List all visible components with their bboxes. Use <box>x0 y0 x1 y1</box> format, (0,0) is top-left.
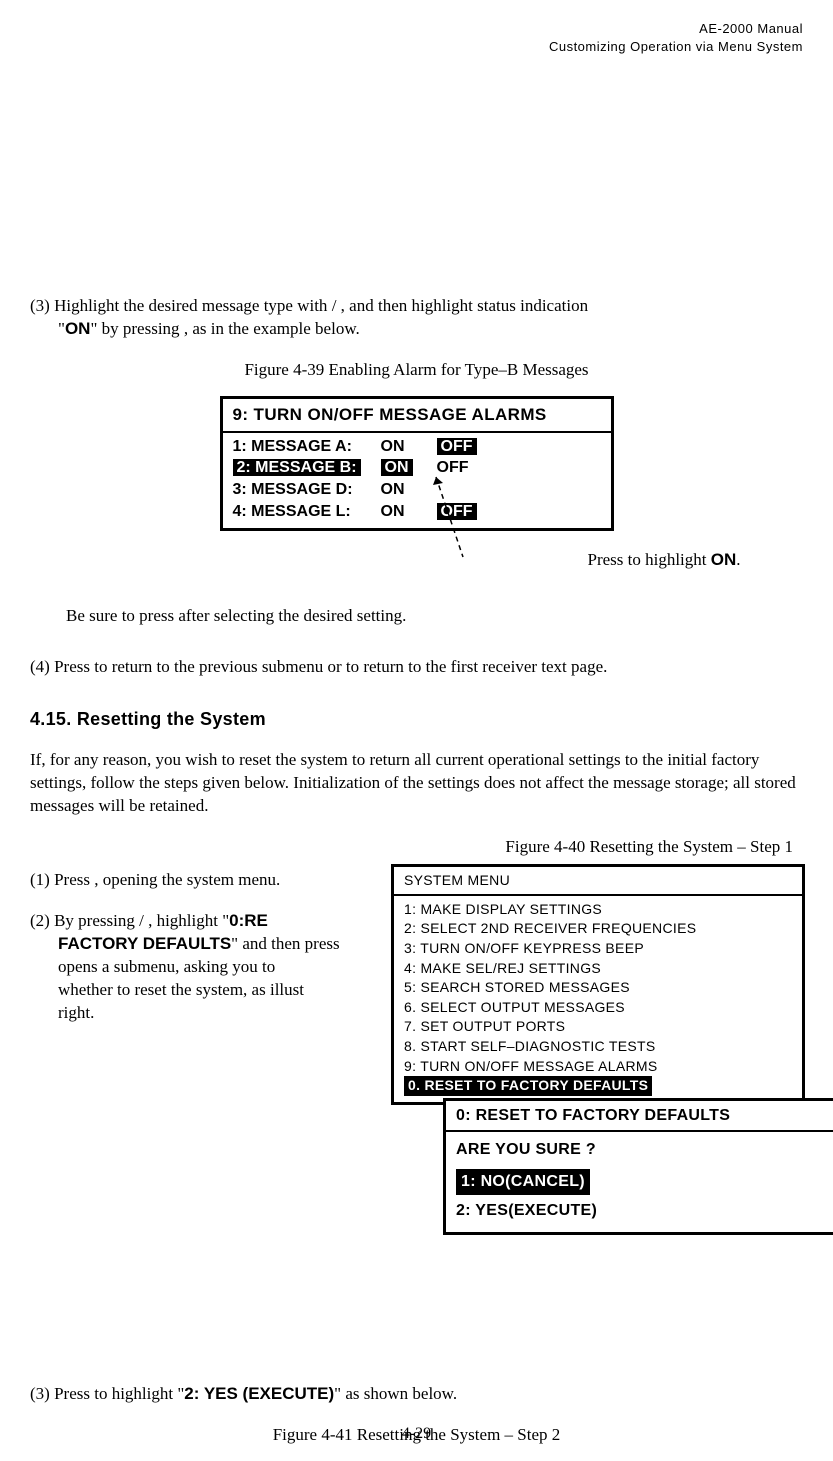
step4-line: (4) Press to return to the previous subm… <box>30 656 803 679</box>
reset-paragraph: If, for any reason, you wish to reset th… <box>30 749 803 818</box>
system-menu-item-highlighted: 0. RESET TO FACTORY DEFAULTS <box>404 1076 652 1096</box>
system-menu-item: 1: MAKE DISPLAY SETTINGS <box>404 900 796 920</box>
system-menu-items: 1: MAKE DISPLAY SETTINGS2: SELECT 2ND RE… <box>394 896 802 1102</box>
system-menu-item: 2: SELECT 2ND RECEIVER FREQUENCIES <box>404 919 796 939</box>
on-word: ON <box>65 319 91 338</box>
section-4-15-title: 4.15. Resetting the System <box>30 707 803 731</box>
alarm-row: 3: MESSAGE D:ON <box>233 479 603 501</box>
figure-39-caption: Figure 4-39 Enabling Alarm for Type–B Me… <box>30 359 803 382</box>
confirm-option-yes: 2: YES(EXECUTE) <box>456 1199 597 1224</box>
system-menu-item: 5: SEARCH STORED MESSAGES <box>404 978 796 998</box>
confirm-box: 0: RESET TO FACTORY DEFAULTS ARE YOU SUR… <box>443 1098 833 1235</box>
system-menu-item: 9: TURN ON/OFF MESSAGE ALARMS <box>404 1057 796 1077</box>
figure-40-caption: Figure 4-40 Resetting the System – Step … <box>30 836 803 859</box>
header-line2: Customizing Operation via Menu System <box>30 38 803 56</box>
system-menu-box: SYSTEM MENU 1: MAKE DISPLAY SETTINGS2: S… <box>391 864 805 1105</box>
confirm-option-no: 1: NO(CANCEL) <box>456 1169 590 1196</box>
step3-line2: "ON" by pressing , as in the example bel… <box>30 318 803 341</box>
header-line1: AE-2000 Manual <box>30 20 803 38</box>
dashed-pointer-icon <box>431 473 471 563</box>
page-number: 4-29 <box>0 1425 833 1443</box>
alarm-box-title: 9: TURN ON/OFF MESSAGE ALARMS <box>223 399 611 433</box>
confirm-question: ARE YOU SURE ? <box>456 1138 828 1163</box>
step3b-line: (3) Press to highlight "2: YES (EXECUTE)… <box>30 1383 803 1406</box>
alarm-rows: 1: MESSAGE A:ONOFF2: MESSAGE B:ONOFF3: M… <box>223 433 611 528</box>
note-line: Be sure to press after selecting the des… <box>30 605 803 628</box>
system-menu-title: SYSTEM MENU <box>394 867 802 896</box>
press-to-highlight: Press to highlight ON. <box>587 549 740 572</box>
alarm-row: 1: MESSAGE A:ONOFF <box>233 436 603 458</box>
alarm-row: 2: MESSAGE B:ONOFF <box>233 457 603 479</box>
system-menu-item: 7. SET OUTPUT PORTS <box>404 1017 796 1037</box>
system-menu-item: 6. SELECT OUTPUT MESSAGES <box>404 998 796 1018</box>
system-menu-item: 4: MAKE SEL/REJ SETTINGS <box>404 959 796 979</box>
confirm-title: 0: RESET TO FACTORY DEFAULTS <box>446 1101 833 1132</box>
step3-line1: (3) Highlight the desired message type w… <box>30 295 803 318</box>
step1-line: (1) Press , opening the system menu. <box>30 869 400 892</box>
alarm-row: 4: MESSAGE L:ONOFF <box>233 501 603 523</box>
system-menu-item: 3: TURN ON/OFF KEYPRESS BEEP <box>404 939 796 959</box>
system-menu-item: 8. START SELF–DIAGNOSTIC TESTS <box>404 1037 796 1057</box>
alarm-box: 9: TURN ON/OFF MESSAGE ALARMS 1: MESSAGE… <box>220 396 614 531</box>
step2-block: (2) By pressing / , highlight "0:RE FACT… <box>30 910 400 1025</box>
